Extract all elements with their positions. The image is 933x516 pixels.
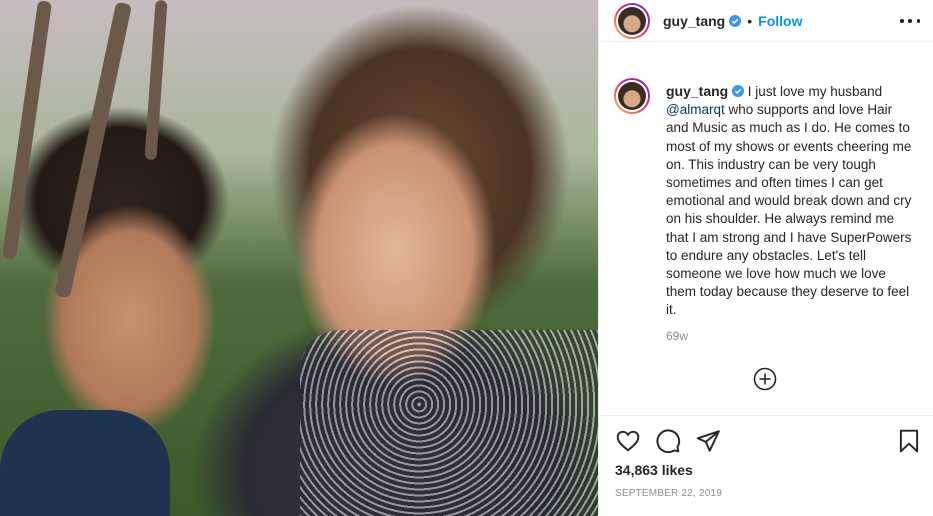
separator: • <box>747 13 753 29</box>
post-header: guy_tang • Follow <box>599 0 933 42</box>
post-photo <box>0 0 598 516</box>
post-time-ago[interactable]: 69w <box>666 329 688 343</box>
palm-trunk <box>144 0 168 161</box>
like-count[interactable]: 34,863 likes <box>615 462 693 478</box>
add-comment-icon[interactable] <box>753 367 777 391</box>
share-icon[interactable] <box>695 428 721 454</box>
post-actions: 34,863 likes SEPTEMBER 22, 2019 <box>599 415 933 516</box>
palm-trunk <box>1 0 53 260</box>
verified-badge-icon <box>732 85 744 97</box>
more-options-icon[interactable] <box>900 12 920 30</box>
palm-trunk <box>53 1 133 299</box>
header-user: guy_tang • Follow <box>663 13 802 29</box>
post-side-panel: guy_tang • Follow guy_tang I just love m… <box>598 0 933 516</box>
blue-jacket <box>0 410 170 516</box>
comment-icon[interactable] <box>655 428 681 454</box>
sequin-jacket <box>300 330 598 516</box>
avatar[interactable] <box>614 3 650 39</box>
username-link[interactable]: guy_tang <box>663 13 725 29</box>
post-caption: guy_tang I just love my husband @almarqt… <box>666 82 916 320</box>
verified-badge-icon <box>729 15 742 27</box>
follow-button[interactable]: Follow <box>758 13 802 29</box>
avatar[interactable] <box>614 78 650 114</box>
comments-area: guy_tang I just love my husband @almarqt… <box>599 42 933 415</box>
caption-text: who supports and love Hair and Music as … <box>666 102 912 318</box>
heart-icon[interactable] <box>615 428 641 454</box>
caption-username[interactable]: guy_tang <box>666 83 728 99</box>
caption-text: I just love my husband <box>747 84 883 99</box>
mention-link[interactable]: @almarqt <box>666 102 725 117</box>
post-date[interactable]: SEPTEMBER 22, 2019 <box>615 488 722 499</box>
bookmark-icon[interactable] <box>896 428 922 454</box>
